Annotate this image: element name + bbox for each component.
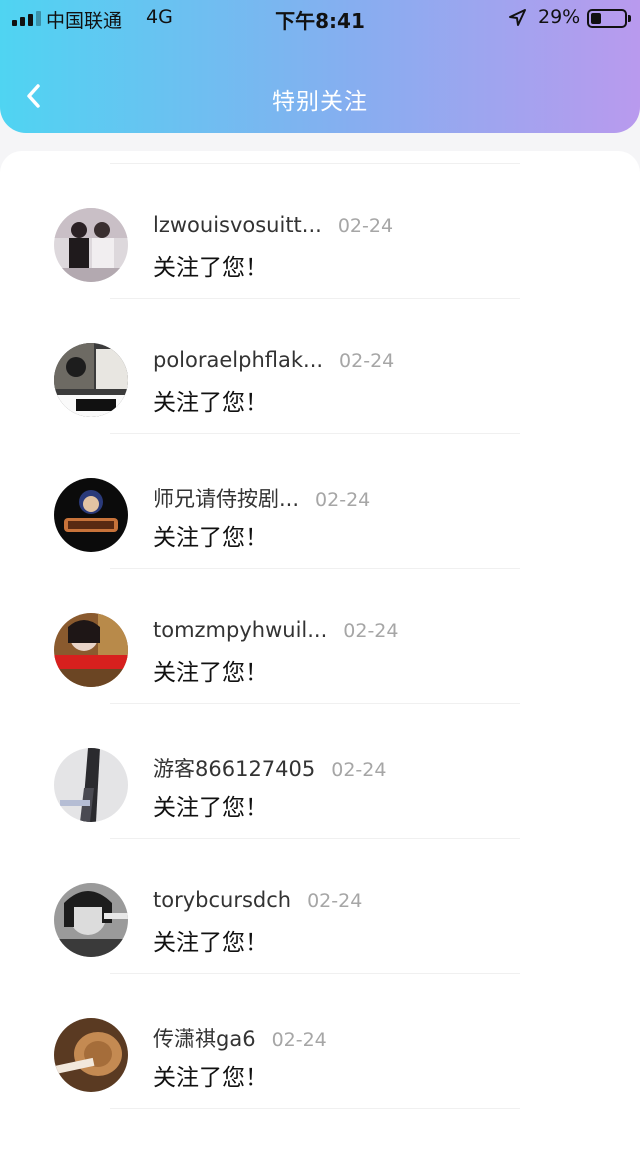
avatar[interactable]: [54, 613, 128, 687]
username-text: 师兄请侍按剧...: [153, 487, 300, 511]
list-item[interactable]: 师兄请侍按剧... 02-24 关注了您！: [0, 421, 640, 569]
username-text: tomzmpyhwuil...: [153, 618, 328, 642]
list-item[interactable]: torybcursdch 02-24 关注了您！: [0, 826, 640, 974]
username-text: torybcursdch: [153, 888, 292, 912]
username-text: 传潇祺ga6: [153, 1027, 256, 1051]
username: tomzmpyhwuil... 02-24: [153, 618, 398, 642]
battery-icon: [587, 9, 631, 28]
date: 02-24: [271, 1029, 327, 1051]
list-item[interactable]: poloraelphflak... 02-24 关注了您！: [0, 286, 640, 434]
battery-percent: 29%: [538, 6, 581, 28]
list-item[interactable]: lzwouisvosuitt... 02-24 关注了您！: [0, 151, 640, 299]
message: 关注了您！: [153, 930, 268, 956]
username: 游客866127405 02-24: [153, 753, 386, 783]
status-bar: 中国联通 4G 下午8:41 29%: [0, 0, 640, 36]
username-text: poloraelphflak...: [153, 348, 324, 372]
message: 关注了您！: [153, 1065, 268, 1091]
date: 02-24: [315, 489, 371, 511]
message: 关注了您！: [153, 660, 268, 686]
avatar[interactable]: [54, 1018, 128, 1092]
list-item[interactable]: 游客866127405 02-24 关注了您！: [0, 691, 640, 839]
message: 关注了您！: [153, 525, 268, 551]
username: poloraelphflak... 02-24: [153, 348, 394, 372]
list-item[interactable]: 传潇祺ga6 02-24 关注了您！: [0, 961, 640, 1109]
message: 关注了您！: [153, 255, 268, 281]
divider: [110, 1108, 520, 1109]
list-item[interactable]: tomzmpyhwuil... 02-24 关注了您！: [0, 556, 640, 704]
username: torybcursdch 02-24: [153, 888, 362, 912]
username: 传潇祺ga6 02-24: [153, 1023, 327, 1053]
date: 02-24: [331, 759, 387, 781]
date: 02-24: [307, 890, 363, 912]
message: 关注了您！: [153, 795, 268, 821]
follow-list: lzwouisvosuitt... 02-24 关注了您！ poloraelphf…: [0, 151, 640, 1151]
message: 关注了您！: [153, 390, 268, 416]
avatar[interactable]: [54, 883, 128, 957]
avatar[interactable]: [54, 208, 128, 282]
username-text: lzwouisvosuitt...: [153, 213, 322, 237]
date: 02-24: [337, 215, 394, 237]
location-arrow-icon: [509, 9, 526, 26]
avatar[interactable]: [54, 343, 128, 417]
username-text: 游客866127405: [153, 757, 316, 781]
date: 02-24: [339, 350, 395, 372]
avatar[interactable]: [54, 478, 128, 552]
username: lzwouisvosuitt... 02-24: [153, 213, 393, 237]
page-title: 特别关注: [272, 89, 368, 115]
username: 师兄请侍按剧... 02-24: [153, 483, 370, 513]
header-bar: 中国联通 4G 下午8:41 29% 特别关注: [0, 0, 640, 133]
avatar[interactable]: [54, 748, 128, 822]
date: 02-24: [343, 620, 399, 642]
